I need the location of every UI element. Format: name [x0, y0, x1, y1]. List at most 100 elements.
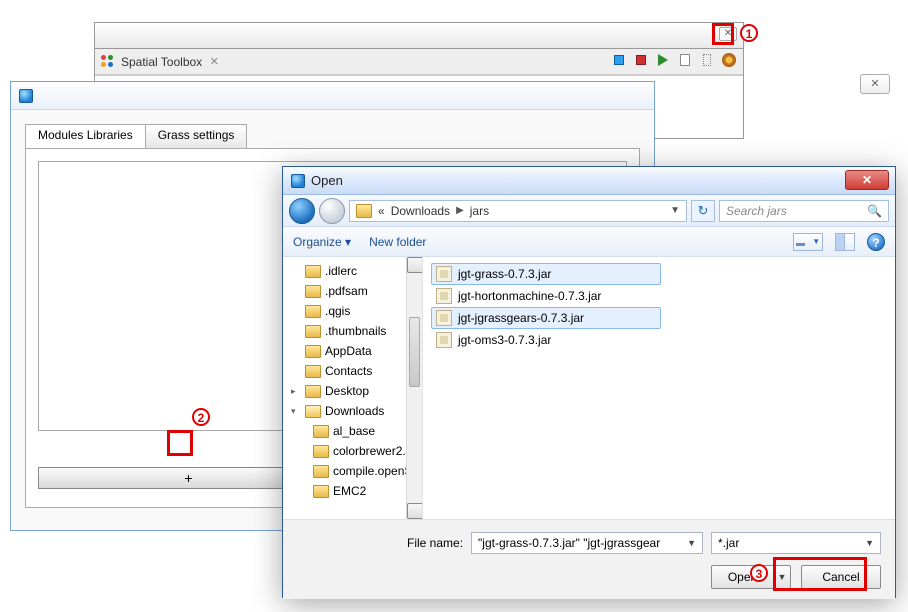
- chevron-right-icon: ▶: [456, 205, 464, 216]
- chevron-down-icon[interactable]: ▼: [670, 205, 680, 216]
- module-logo-icon: [101, 55, 115, 69]
- tree-item[interactable]: al_base: [283, 421, 422, 441]
- annotation-box-2: [167, 430, 193, 456]
- tree-item-label: colorbrewer2.o: [333, 444, 412, 458]
- help-icon[interactable]: ?: [867, 233, 885, 251]
- settings-gear-icon[interactable]: [721, 52, 737, 68]
- tab-grass-settings[interactable]: Grass settings: [145, 124, 248, 148]
- tree-scrollbar[interactable]: ▲ ▼: [406, 257, 422, 519]
- dialog-app-icon: [291, 174, 305, 188]
- scroll-up-icon[interactable]: ▲: [407, 257, 423, 273]
- tree-item-label: .pdfsam: [325, 284, 368, 298]
- new-doc-icon[interactable]: [677, 52, 693, 68]
- tree-item[interactable]: colorbrewer2.o: [283, 441, 422, 461]
- tree-item[interactable]: .thumbnails: [283, 321, 422, 341]
- breadcrumb[interactable]: « Downloads ▶ jars ▼: [349, 200, 687, 222]
- crumb-prefix: «: [378, 204, 385, 218]
- tab-close-icon[interactable]: ✕: [208, 56, 220, 68]
- settings-titlebar: [11, 82, 654, 110]
- folder-icon: [305, 365, 321, 378]
- folder-icon: [305, 385, 321, 398]
- folder-icon: [305, 345, 321, 358]
- search-placeholder: Search jars: [726, 204, 787, 218]
- tab-modules-libraries[interactable]: Modules Libraries: [25, 124, 146, 148]
- folder-icon: [313, 425, 329, 438]
- tree-item-label: EMC2: [333, 484, 366, 498]
- folder-tree[interactable]: .idlerc .pdfsam .qgis .thumbnails AppData Con…: [283, 257, 423, 519]
- file-item[interactable]: jgt-jgrassgears-0.7.3.jar: [431, 307, 661, 329]
- file-item-label: jgt-jgrassgears-0.7.3.jar: [458, 311, 584, 325]
- settings-tabs: Modules Libraries Grass settings: [25, 124, 640, 148]
- dialog-close-button[interactable]: ✕: [845, 170, 889, 190]
- folder-icon: [305, 265, 321, 278]
- filename-label: File name:: [407, 536, 463, 550]
- file-item[interactable]: jgt-oms3-0.7.3.jar: [431, 329, 661, 351]
- toolbox-tool-row: [611, 52, 737, 68]
- tree-item[interactable]: .qgis: [283, 301, 422, 321]
- scroll-thumb[interactable]: [409, 317, 420, 387]
- toolbox-tabbar: Spatial Toolbox ✕: [95, 49, 743, 75]
- template-doc-icon[interactable]: [699, 52, 715, 68]
- jar-file-icon: [436, 332, 452, 348]
- filename-input[interactable]: "jgt-grass-0.7.3.jar" "jgt-jgrassgear ▼: [471, 532, 703, 554]
- dialog-titlebar[interactable]: Open ✕: [283, 167, 895, 195]
- file-item[interactable]: jgt-grass-0.7.3.jar: [431, 263, 661, 285]
- nav-back-button[interactable]: [289, 198, 315, 224]
- tree-item-label: al_base: [333, 424, 375, 438]
- file-item[interactable]: jgt-hortonmachine-0.7.3.jar: [431, 285, 661, 307]
- dialog-toolbar: Organize ▾ New folder ▼ ?: [283, 227, 895, 257]
- tree-item[interactable]: .pdfsam: [283, 281, 422, 301]
- tree-item[interactable]: ▸Desktop: [283, 381, 422, 401]
- tree-item[interactable]: ▾Downloads: [283, 401, 422, 421]
- tree-item[interactable]: AppData: [283, 341, 422, 361]
- tree-item-label: .qgis: [325, 304, 350, 318]
- tree-item-label: .idlerc: [325, 264, 357, 278]
- tree-item-label: .thumbnails: [325, 324, 386, 338]
- folder-icon: [305, 405, 321, 418]
- annotation-1: 1: [740, 24, 758, 42]
- dialog-title: Open: [311, 173, 343, 188]
- preview-pane-button[interactable]: [835, 233, 855, 251]
- dialog-navbar: « Downloads ▶ jars ▼ ↻ Search jars 🔍: [283, 195, 895, 227]
- view-mode-button[interactable]: ▼: [793, 233, 823, 251]
- filename-dropdown-icon[interactable]: ▼: [687, 538, 696, 548]
- folder-icon: [313, 485, 329, 498]
- refresh-button[interactable]: ↻: [691, 200, 715, 222]
- tree-item[interactable]: .idlerc: [283, 261, 422, 281]
- file-item-label: jgt-oms3-0.7.3.jar: [458, 333, 551, 347]
- new-folder-button[interactable]: New folder: [369, 235, 426, 249]
- folder-icon: [313, 445, 329, 458]
- run-button[interactable]: [655, 52, 671, 68]
- tree-item-label: AppData: [325, 344, 372, 358]
- filename-value: "jgt-grass-0.7.3.jar" "jgt-jgrassgear: [478, 536, 660, 550]
- record-button[interactable]: [633, 52, 649, 68]
- crumb-downloads[interactable]: Downloads: [391, 204, 450, 218]
- jar-file-icon: [436, 266, 452, 282]
- toolbox-tab-label[interactable]: Spatial Toolbox: [121, 55, 202, 69]
- tree-item-label: compile.openS: [333, 464, 412, 478]
- dialog-main: .idlerc .pdfsam .qgis .thumbnails AppData Con…: [283, 257, 895, 519]
- folder-icon: [305, 285, 321, 298]
- folder-icon: [305, 325, 321, 338]
- toolbox-window-chrome: ✕: [95, 23, 743, 49]
- file-type-filter[interactable]: *.jar ▼: [711, 532, 881, 554]
- organize-menu[interactable]: Organize ▾: [293, 235, 351, 249]
- tree-item[interactable]: compile.openS: [283, 461, 422, 481]
- annotation-box-3: [773, 557, 867, 591]
- file-item-label: jgt-grass-0.7.3.jar: [458, 267, 551, 281]
- scroll-down-icon[interactable]: ▼: [407, 503, 423, 519]
- search-input[interactable]: Search jars 🔍: [719, 200, 889, 222]
- filter-dropdown-icon[interactable]: ▼: [865, 538, 874, 548]
- folder-icon: [305, 305, 321, 318]
- jar-file-icon: [436, 288, 452, 304]
- crumb-jars[interactable]: jars: [470, 204, 489, 218]
- tree-item[interactable]: EMC2: [283, 481, 422, 501]
- nav-forward-button[interactable]: [319, 198, 345, 224]
- tree-item-label: Downloads: [325, 404, 384, 418]
- stop-button[interactable]: [611, 52, 627, 68]
- search-icon: 🔍: [867, 204, 882, 218]
- folder-icon: [313, 465, 329, 478]
- panel-close-icon[interactable]: ✕: [860, 74, 890, 94]
- tree-item[interactable]: Contacts: [283, 361, 422, 381]
- file-list[interactable]: jgt-grass-0.7.3.jar jgt-hortonmachine-0.7…: [423, 257, 895, 519]
